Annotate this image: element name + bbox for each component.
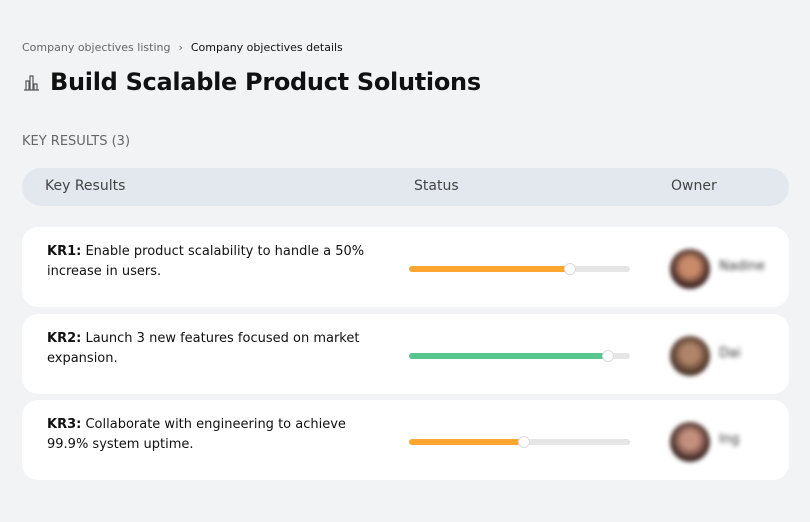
- progress-fill: [409, 266, 571, 272]
- page-title: Build Scalable Product Solutions: [50, 68, 481, 96]
- page-header: Build Scalable Product Solutions: [22, 68, 481, 96]
- key-result-description: KR2: Launch 3 new features focused on ma…: [47, 329, 367, 369]
- key-result-text: Enable product scalability to handle a 5…: [47, 244, 365, 279]
- key-result-text: Launch 3 new features focused on market …: [47, 331, 360, 366]
- owner-name: Nadine: [719, 259, 765, 274]
- key-result-row[interactable]: KR1: Enable product scalability to handl…: [22, 227, 789, 307]
- key-result-row[interactable]: KR3: Collaborate with engineering to ach…: [22, 400, 789, 480]
- breadcrumb: Company objectives listing › Company obj…: [22, 41, 343, 54]
- progress-bar: [409, 436, 630, 448]
- key-result-id: KR1:: [47, 244, 82, 259]
- key-result-id: KR2:: [47, 331, 82, 346]
- header-key-results: Key Results: [45, 178, 126, 194]
- key-result-row[interactable]: KR2: Launch 3 new features focused on ma…: [22, 314, 789, 394]
- key-results-count: KEY RESULTS (3): [22, 134, 131, 149]
- header-owner: Owner: [671, 178, 717, 194]
- progress-fill: [409, 439, 524, 445]
- building-chart-icon: [24, 75, 39, 91]
- progress-knob: [564, 263, 577, 275]
- breadcrumb-current: Company objectives details: [190, 41, 343, 54]
- progress-knob: [601, 350, 614, 362]
- progress-bar: [409, 350, 630, 362]
- key-result-text: Collaborate with engineering to achieve …: [47, 417, 346, 452]
- key-result-id: KR3:: [47, 417, 82, 432]
- key-result-description: KR3: Collaborate with engineering to ach…: [47, 415, 367, 455]
- progress-bar: [409, 263, 630, 275]
- progress-fill: [409, 353, 608, 359]
- chevron-right-icon: ›: [178, 41, 183, 54]
- owner-name: Ing: [719, 432, 740, 447]
- owner-avatar: [670, 336, 710, 376]
- header-status: Status: [414, 178, 459, 194]
- owner-avatar: [670, 422, 710, 462]
- breadcrumb-parent-link[interactable]: Company objectives listing: [22, 41, 170, 54]
- progress-knob: [517, 436, 530, 448]
- key-result-description: KR1: Enable product scalability to handl…: [47, 242, 367, 282]
- owner-avatar: [670, 249, 710, 289]
- owner-name: Dai: [719, 346, 741, 361]
- table-header: Key Results Status Owner: [22, 168, 789, 206]
